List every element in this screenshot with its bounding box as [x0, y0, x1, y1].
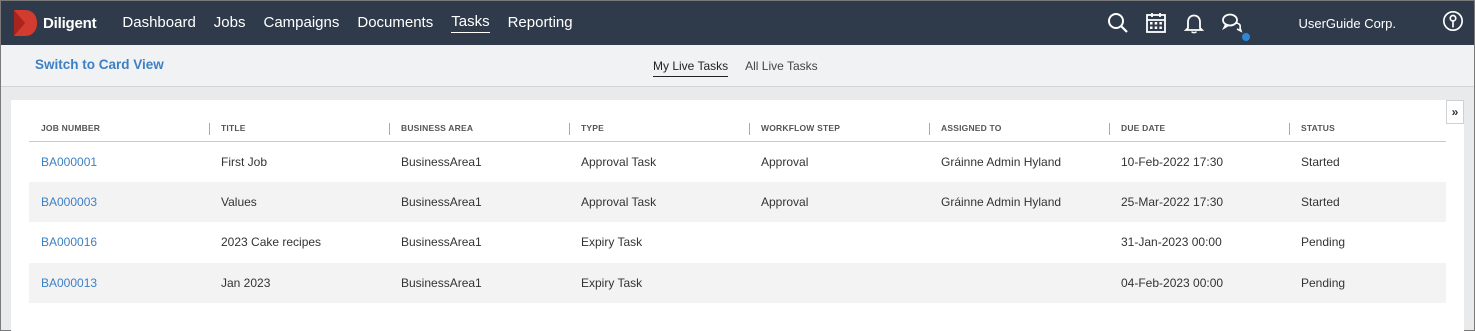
cell-type: Approval Task: [581, 154, 657, 169]
cell-title: First Job: [221, 154, 268, 169]
switch-to-card-view-link[interactable]: Switch to Card View: [35, 57, 164, 72]
cell-assigned-to: Gráinne Admin Hyland: [941, 154, 1062, 169]
top-navigation-bar: Diligent Dashboard Jobs Campaigns Docume…: [1, 1, 1474, 45]
cell-business-area: BusinessArea1: [401, 235, 482, 250]
tasks-table: JOB NUMBER TITLE BUSINESS AREA TYPE WORK…: [29, 116, 1446, 303]
tab-all-live-tasks[interactable]: All Live Tasks: [745, 59, 817, 77]
job-number-link[interactable]: BA000016: [29, 222, 209, 263]
nav-item-jobs[interactable]: Jobs: [214, 14, 246, 33]
nav-item-reporting[interactable]: Reporting: [508, 14, 573, 33]
app-name: Diligent: [43, 14, 97, 32]
main-nav: Dashboard Jobs Campaigns Documents Tasks…: [122, 1, 590, 45]
table-row[interactable]: BA000003 Values BusinessArea1 Approval T…: [29, 181, 1446, 222]
cell-business-area: BusinessArea1: [401, 154, 482, 169]
column-header-status[interactable]: STATUS: [1289, 116, 1446, 142]
collapse-panel-button[interactable]: »: [1446, 100, 1464, 124]
company-name[interactable]: UserGuide Corp.: [1298, 16, 1396, 31]
column-header-type[interactable]: TYPE: [569, 116, 749, 142]
calendar-icon[interactable]: [1144, 11, 1168, 35]
cell-workflow-step: [749, 262, 929, 303]
cell-due-date: 31-Jan-2023 00:00: [1121, 235, 1222, 250]
cell-business-area: BusinessArea1: [389, 181, 569, 222]
cell-due-date: 25-Mar-2022 17:30: [1109, 181, 1289, 222]
cell-assigned-to: [929, 222, 1109, 263]
cell-title: Values: [209, 181, 389, 222]
chat-icon[interactable]: [1220, 11, 1251, 41]
cell-status: Started: [1301, 154, 1340, 169]
column-header-business-area[interactable]: BUSINESS AREA: [389, 116, 569, 142]
cell-title: Jan 2023: [209, 262, 389, 303]
sub-toolbar: Switch to Card View My Live Tasks All Li…: [1, 45, 1474, 87]
user-icon[interactable]: [1442, 10, 1474, 37]
table-row[interactable]: BA000001 First Job BusinessArea1 Approva…: [29, 141, 1446, 182]
tab-my-live-tasks[interactable]: My Live Tasks: [653, 59, 729, 77]
table-header-row: JOB NUMBER TITLE BUSINESS AREA TYPE WORK…: [29, 116, 1446, 142]
cell-type: Expiry Task: [581, 235, 643, 250]
tasks-panel: » JOB NUMBER TITLE BUSINESS AREA TYPE WO…: [11, 100, 1464, 331]
column-header-workflow-step[interactable]: WORKFLOW STEP: [749, 116, 929, 142]
cell-due-date: 10-Feb-2022 17:30: [1121, 154, 1224, 169]
bell-icon[interactable]: [1182, 11, 1206, 35]
search-icon[interactable]: [1106, 11, 1130, 35]
cell-title: 2023 Cake recipes: [221, 235, 322, 250]
column-header-title[interactable]: TITLE: [209, 116, 389, 142]
nav-item-campaigns[interactable]: Campaigns: [263, 14, 339, 33]
view-tabs: My Live Tasks All Live Tasks: [653, 59, 835, 77]
nav-item-tasks[interactable]: Tasks: [451, 13, 490, 33]
job-number-link[interactable]: BA000013: [29, 262, 209, 303]
cell-workflow-step: Approval: [749, 181, 929, 222]
cell-business-area: BusinessArea1: [389, 262, 569, 303]
cell-workflow-step: [749, 222, 929, 263]
cell-assigned-to: [929, 262, 1109, 303]
job-number-link[interactable]: BA000001: [29, 141, 209, 182]
nav-item-documents[interactable]: Documents: [357, 14, 433, 33]
cell-workflow-step: Approval: [761, 154, 809, 169]
cell-type: Approval Task: [569, 181, 749, 222]
notification-dot: [1242, 33, 1251, 41]
cell-status: Started: [1289, 181, 1446, 222]
cell-due-date: 04-Feb-2023 00:00: [1109, 262, 1289, 303]
header-actions: UserGuide Corp.: [1106, 1, 1474, 45]
job-number-link[interactable]: BA000003: [29, 181, 209, 222]
table-row[interactable]: BA000016 2023 Cake recipes BusinessArea1…: [29, 222, 1446, 263]
column-header-job-number[interactable]: JOB NUMBER: [29, 116, 209, 142]
cell-type: Expiry Task: [569, 262, 749, 303]
column-header-assigned-to[interactable]: ASSIGNED TO: [929, 116, 1109, 142]
cell-status: Pending: [1301, 235, 1346, 250]
diligent-logo-icon: [14, 10, 37, 36]
nav-item-dashboard[interactable]: Dashboard: [122, 14, 195, 33]
cell-assigned-to: Gráinne Admin Hyland: [929, 181, 1109, 222]
column-header-due-date[interactable]: DUE DATE: [1109, 116, 1289, 142]
table-row[interactable]: BA000013 Jan 2023 BusinessArea1 Expiry T…: [29, 262, 1446, 303]
cell-status: Pending: [1289, 262, 1446, 303]
app-logo[interactable]: Diligent: [11, 1, 97, 45]
